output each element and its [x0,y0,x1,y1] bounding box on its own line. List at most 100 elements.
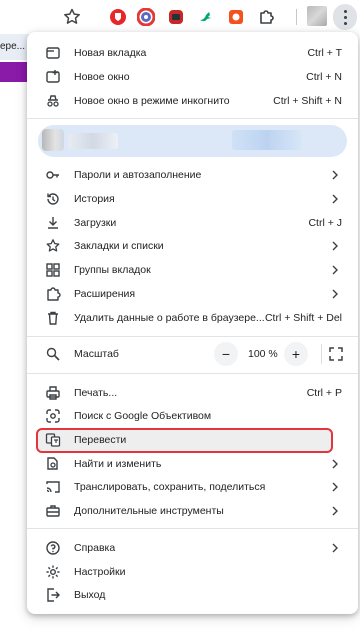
menu-item-label: Новая вкладка [74,47,147,59]
menu-item-label: Поиск с Google Объективом [74,410,212,422]
menu-item-new-window[interactable]: Новое окно Ctrl + N [27,65,358,89]
menu-item-shortcut: Ctrl + J [308,217,342,229]
menu-item-label: Печать... [74,387,118,399]
menu-item-label: Выход [74,589,106,601]
menu-divider [27,118,358,119]
record-extension-icon[interactable] [226,7,246,27]
cast-icon [46,481,60,493]
zoom-icon [46,347,60,361]
menu-item-label: Новое окно в режиме инкогнито [74,95,230,107]
menu-item-tab-groups[interactable]: Группы вкладок [27,258,358,282]
camera-extension-icon[interactable] [136,7,156,27]
menu-item-shortcut: Ctrl + Shift + Del [264,312,342,324]
menu-item-passwords[interactable]: Пароли и автозаполнение [27,163,358,187]
chevron-right-icon [332,170,338,180]
exit-icon [47,588,60,602]
toolbox-icon [46,505,60,517]
star-icon[interactable] [62,7,82,27]
menu-item-new-tab[interactable]: Новая вкладка Ctrl + T [27,41,358,65]
settings-icon [46,565,60,579]
incognito-icon [47,95,59,107]
new-window-icon [46,70,60,83]
puzzle-icon[interactable] [256,7,276,27]
profile-row[interactable] [38,125,347,157]
profile-name-blurred [68,133,118,149]
menu-item-bookmarks[interactable]: Закладки и списки [27,234,358,258]
menu-item-label: Группы вкладок [74,264,151,276]
zoom-value: 100 % [248,348,278,360]
extensions-icon [47,287,61,301]
zoom-out-button[interactable]: − [214,342,238,366]
zoom-in-glyph: + [291,346,301,362]
zoom-label: Масштаб [74,348,119,360]
page-header-band [0,62,30,82]
menu-item-more-tools[interactable]: Дополнительные инструменты [27,499,358,523]
menu-divider [27,336,358,337]
lens-icon [46,409,60,423]
tab-groups-icon [46,263,60,277]
menu-item-label: Загрузки [74,217,117,229]
key-icon [46,171,59,179]
menu-item-label: Справка [74,542,116,554]
menu-item-label: Настройки [74,566,126,578]
translate-icon [45,433,61,447]
profile-avatar[interactable] [307,6,327,26]
menu-item-label: Транслировать, сохранить, поделиться [74,481,266,493]
toolbar-separator [296,9,297,25]
menu-item-label: Новое окно [74,71,130,83]
menu-item-settings[interactable]: Настройки [27,560,358,584]
menu-item-cast-save-share[interactable]: Транслировать, сохранить, поделиться [27,475,358,499]
menu-item-label: Перевести [74,434,127,446]
menu-item-label: Дополнительные инструменты [74,505,224,517]
trash-icon [48,311,58,325]
profile-avatar-blurred [42,129,64,151]
chevron-right-icon [332,482,338,492]
menu-item-shortcut: Ctrl + N [306,71,342,83]
fullscreen-icon[interactable] [329,347,343,361]
chrome-main-menu: Новая вкладка Ctrl + T Новое окно Ctrl +… [27,32,358,614]
print-icon [46,386,60,400]
menu-item-label: Найти и изменить [74,458,162,470]
menu-item-label: Удалить данные о работе в браузере... [74,312,265,324]
menu-item-zoom: Масштаб − 100 % + [27,338,358,370]
find-icon [47,457,58,470]
menu-divider [27,528,358,529]
red-extension-icon[interactable] [166,7,186,27]
menu-kebab-button[interactable] [333,4,357,30]
menu-item-clear-data[interactable]: Удалить данные о работе в браузере... Ct… [27,306,358,330]
menu-item-shortcut: Ctrl + P [306,387,342,399]
menu-item-shortcut: Ctrl + T [307,47,342,59]
chevron-right-icon [332,194,338,204]
profile-email-blurred [232,130,302,150]
new-tab-icon [46,47,60,59]
menu-item-label: Расширения [74,288,136,300]
chevron-right-icon [332,459,338,469]
menu-item-incognito[interactable]: Новое окно в режиме инкогнито Ctrl + Shi… [27,89,358,113]
chevron-right-icon [332,265,338,275]
menu-item-history[interactable]: История [27,187,358,211]
menu-item-translate[interactable]: Перевести [27,428,358,452]
chevron-right-icon [332,506,338,516]
menu-item-label: Закладки и списки [74,240,164,252]
help-icon [46,541,60,555]
download-icon [48,217,58,229]
zoom-out-glyph: − [221,346,231,362]
chevron-right-icon [332,289,338,299]
shield-extension-icon[interactable] [108,7,128,27]
bird-extension-icon[interactable] [196,7,216,27]
zoom-separator [321,344,322,364]
menu-item-exit[interactable]: Выход [27,583,358,607]
menu-item-find-edit[interactable]: Найти и изменить [27,452,358,476]
menu-item-label: История [74,193,115,205]
zoom-in-button[interactable]: + [284,342,308,366]
browser-toolbar [0,0,360,34]
menu-item-downloads[interactable]: Загрузки Ctrl + J [27,211,358,235]
menu-item-shortcut: Ctrl + Shift + N [273,95,342,107]
menu-item-google-lens[interactable]: Поиск с Google Объективом [27,404,358,428]
menu-item-extensions[interactable]: Расширения [27,282,358,306]
menu-item-label: Пароли и автозаполнение [74,169,202,181]
menu-item-help[interactable]: Справка [27,536,358,560]
menu-divider [27,373,358,374]
chevron-right-icon [332,543,338,553]
menu-item-print[interactable]: Печать... Ctrl + P [27,381,358,405]
